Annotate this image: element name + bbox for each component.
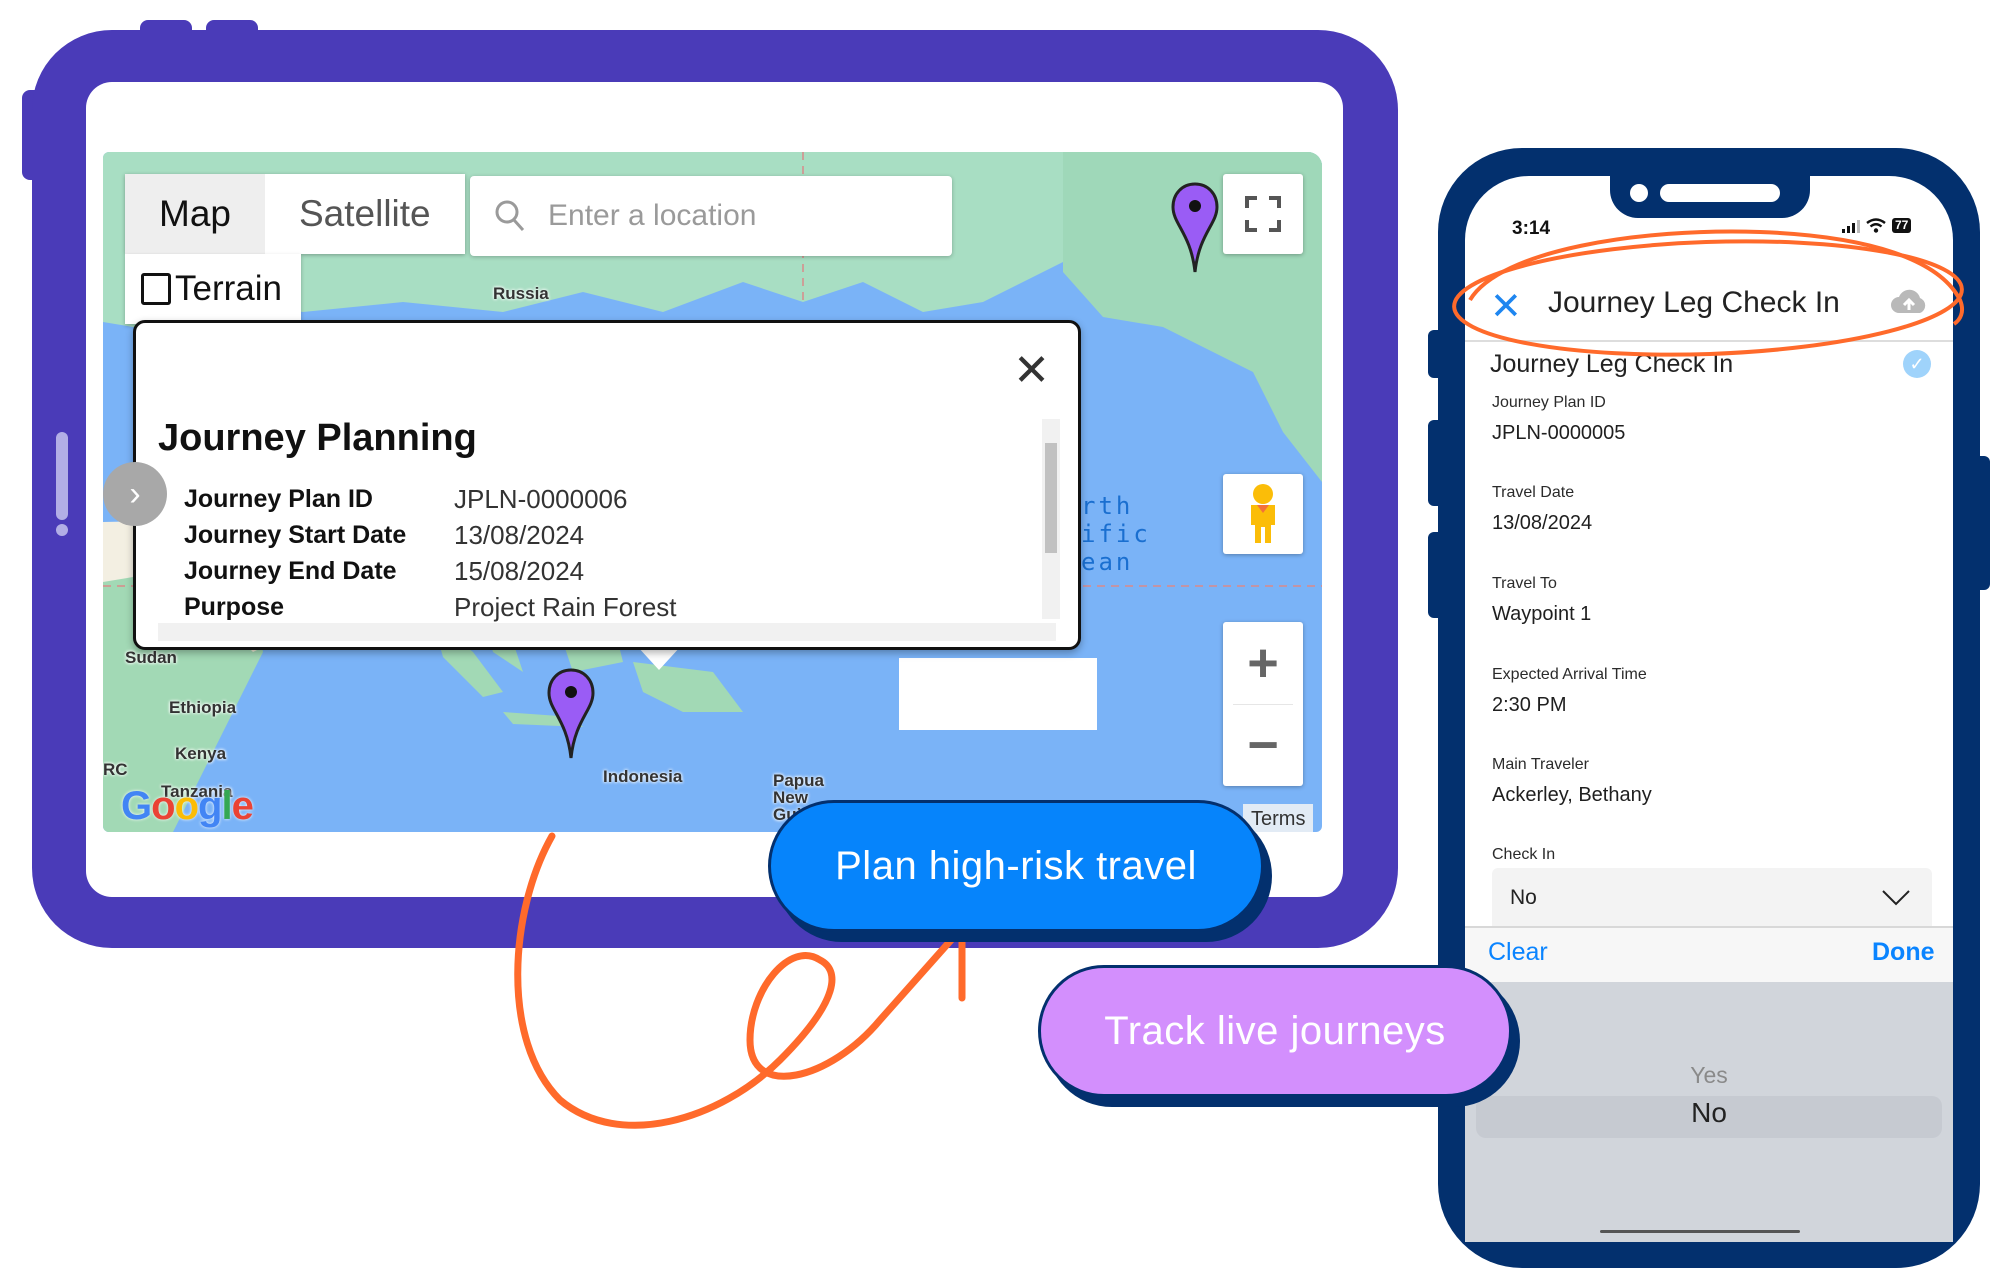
- detail-row: Journey End Date 15/08/2024: [184, 553, 677, 589]
- tablet-speaker-slot: [56, 432, 68, 520]
- field-journey-plan-id: Journey Plan ID JPLN-0000005: [1492, 394, 1625, 445]
- check-in-select[interactable]: No: [1492, 868, 1932, 928]
- detail-key: Journey Plan ID: [184, 484, 373, 513]
- ocean-label-line-3: ean: [1081, 548, 1134, 576]
- phone-camera: [1630, 184, 1648, 202]
- info-window-title: Journey Planning: [158, 417, 477, 459]
- ocean-label-line-2: ific: [1081, 520, 1151, 548]
- zoom-in-button[interactable]: +: [1223, 623, 1303, 704]
- search-icon: [495, 200, 525, 232]
- info-window-vertical-scrollbar[interactable]: [1042, 419, 1060, 619]
- map-type-satellite-tab[interactable]: Satellite: [264, 174, 465, 254]
- field-value: 2:30 PM: [1492, 694, 1567, 716]
- info-window-horizontal-scrollbar[interactable]: [158, 623, 1056, 641]
- detail-row: Journey Start Date 13/08/2024: [184, 517, 677, 553]
- plan-high-risk-travel-callout: Plan high-risk travel: [768, 800, 1264, 932]
- map-type-map-tab[interactable]: Map: [125, 174, 265, 254]
- place-label-kenya: Kenya: [175, 744, 227, 763]
- detail-key: Purpose: [184, 592, 285, 621]
- detail-value: 13/08/2024: [454, 519, 585, 550]
- ocean-label-line-1: rth: [1081, 492, 1134, 520]
- place-label-sudan: Sudan: [125, 648, 177, 667]
- field-label: Travel Date: [1492, 484, 1575, 501]
- place-label-ethiopia: Ethiopia: [169, 698, 237, 717]
- zoom-out-button[interactable]: −: [1223, 705, 1303, 786]
- picker-options: Yes No: [1465, 1062, 1953, 1129]
- detail-key: Journey Start Date: [184, 520, 407, 549]
- clear-button[interactable]: Clear: [1488, 938, 1548, 967]
- detail-value: JPLN-0000006: [454, 483, 628, 514]
- street-view-pegman-icon: [1251, 484, 1275, 543]
- checkbox-icon: [141, 273, 171, 305]
- detail-row: Purpose Project Rain Forest: [184, 589, 677, 625]
- track-live-journeys-callout: Track live journeys: [1038, 965, 1512, 1097]
- field-value: Ackerley, Bethany: [1492, 784, 1652, 806]
- fullscreen-icon: [1245, 196, 1281, 232]
- field-label: Journey Plan ID: [1492, 394, 1606, 411]
- chevron-down-icon: [1882, 890, 1910, 906]
- info-window: ✕ Journey Planning Journey Plan ID JPLN-…: [133, 320, 1081, 650]
- map-view[interactable]: Russia Sudan Ethiopia Kenya RC Tanzania …: [103, 152, 1322, 832]
- terms-link[interactable]: Terms: [1243, 804, 1314, 832]
- map-type-control: Map Satellite: [125, 174, 465, 254]
- detail-value: Project Rain Forest: [454, 591, 677, 622]
- header-highlight-annotation: [1452, 229, 1965, 357]
- place-label-russia: Russia: [493, 284, 549, 303]
- detail-value: 15/08/2024: [454, 555, 585, 586]
- terrain-checkbox[interactable]: Terrain: [125, 254, 301, 324]
- field-expected-arrival-time: Expected Arrival Time 2:30 PM: [1492, 666, 1647, 717]
- field-travel-to: Travel To Waypoint 1: [1492, 575, 1591, 626]
- field-main-traveler: Main Traveler Ackerley, Bethany: [1492, 756, 1652, 807]
- field-label: Travel To: [1492, 575, 1557, 592]
- fullscreen-button[interactable]: [1223, 174, 1303, 254]
- map-blank-panel: [899, 658, 1097, 730]
- scrollbar-thumb[interactable]: [1045, 443, 1057, 553]
- place-label-indonesia: Indonesia: [603, 767, 683, 786]
- detail-row: Journey Plan ID JPLN-0000006: [184, 481, 677, 517]
- info-window-close-button[interactable]: ✕: [1013, 349, 1050, 393]
- field-value: JPLN-0000005: [1492, 422, 1626, 444]
- tablet-camera-dot: [56, 524, 68, 536]
- check-in-label: Check In: [1492, 846, 1556, 863]
- place-label-rc: RC: [103, 760, 128, 779]
- phone-speaker: [1660, 184, 1780, 202]
- picker-option-yes[interactable]: Yes: [1465, 1062, 1953, 1089]
- map-marker-indonesia[interactable]: [547, 668, 595, 760]
- google-logo: Google: [121, 784, 254, 828]
- street-view-button[interactable]: [1223, 474, 1303, 554]
- info-window-details: Journey Plan ID JPLN-0000006 Journey Sta…: [184, 481, 677, 625]
- home-indicator: [1600, 1230, 1800, 1233]
- check-in-select-value: No: [1510, 886, 1537, 909]
- zoom-control: + −: [1223, 622, 1303, 786]
- expand-panel-button[interactable]: ›: [103, 462, 167, 526]
- picker-option-no[interactable]: No: [1465, 1097, 1953, 1129]
- ocean-label: rth ific ean: [1081, 492, 1151, 576]
- location-search: [470, 176, 952, 256]
- field-label: Expected Arrival Time: [1492, 666, 1647, 683]
- chevron-right-icon: ›: [129, 474, 141, 513]
- field-value: Waypoint 1: [1492, 603, 1592, 625]
- field-value: 13/08/2024: [1492, 512, 1593, 534]
- location-search-input[interactable]: [546, 198, 930, 234]
- field-label: Main Traveler: [1492, 756, 1589, 773]
- field-travel-date: Travel Date 13/08/2024: [1492, 484, 1592, 535]
- done-button[interactable]: Done: [1872, 938, 1935, 967]
- terrain-label: Terrain: [175, 269, 282, 308]
- map-marker-alaska[interactable]: [1171, 182, 1219, 274]
- detail-key: Journey End Date: [184, 556, 397, 585]
